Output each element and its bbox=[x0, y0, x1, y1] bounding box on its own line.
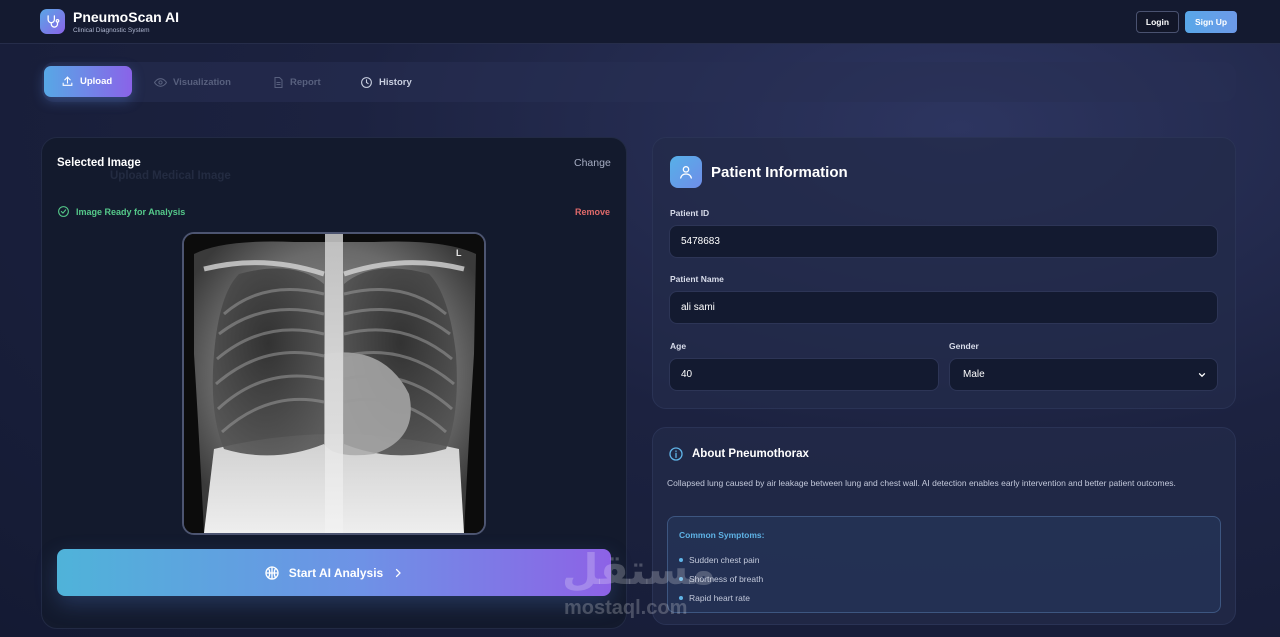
list-item: Rapid heart rate bbox=[679, 588, 763, 607]
xray-image-preview: L bbox=[182, 232, 486, 535]
tab-upload[interactable]: Upload bbox=[44, 66, 132, 97]
symptom-label: Rapid heart rate bbox=[689, 592, 750, 603]
symptoms-list: Sudden chest pain Shortness of breath Ra… bbox=[679, 550, 763, 607]
patient-id-field[interactable]: 5478683 bbox=[669, 225, 1218, 258]
list-item: Sudden chest pain bbox=[679, 550, 763, 569]
image-ready-status: Image Ready for Analysis bbox=[57, 205, 185, 218]
document-icon bbox=[272, 76, 284, 89]
tab-history-label: History bbox=[379, 76, 412, 88]
tab-upload-label: Upload bbox=[80, 76, 113, 87]
about-description: Collapsed lung caused by air leakage bet… bbox=[667, 478, 1176, 488]
tab-bar: Upload Visualization Report History bbox=[42, 62, 1236, 102]
change-image-link[interactable]: Change bbox=[574, 157, 611, 169]
clock-icon bbox=[360, 76, 373, 89]
start-analysis-label: Start AI Analysis bbox=[288, 565, 384, 580]
patient-name-field[interactable]: ali sami bbox=[669, 291, 1218, 324]
eye-icon bbox=[154, 76, 167, 89]
bullet-icon bbox=[679, 557, 683, 562]
patient-info-title: Patient Information bbox=[711, 164, 848, 181]
about-pneumothorax-panel: About Pneumothorax Collapsed lung caused… bbox=[652, 427, 1236, 625]
selected-image-title: Selected Image bbox=[57, 157, 141, 169]
remove-image-link[interactable]: Remove bbox=[575, 207, 610, 217]
upload-ghost-title: Upload Medical Image bbox=[110, 170, 231, 182]
tab-report[interactable]: Report bbox=[272, 62, 321, 102]
gender-label: Gender bbox=[949, 341, 979, 351]
app-title: PneumoScan AI bbox=[73, 9, 180, 25]
age-field[interactable]: 40 bbox=[669, 358, 939, 391]
about-title-label: About Pneumothorax bbox=[692, 448, 809, 460]
chevron-right-icon bbox=[392, 567, 404, 579]
info-icon bbox=[668, 446, 684, 462]
top-bar: PneumoScan AI Clinical Diagnostic System… bbox=[0, 0, 1280, 44]
user-icon bbox=[670, 156, 702, 188]
tab-visualization[interactable]: Visualization bbox=[154, 62, 231, 102]
gender-select[interactable]: Male bbox=[949, 358, 1218, 391]
patient-name-label: Patient Name bbox=[670, 274, 724, 284]
login-button[interactable]: Login bbox=[1136, 11, 1179, 33]
svg-text:L: L bbox=[456, 248, 462, 258]
patient-id-label: Patient ID bbox=[670, 208, 710, 218]
start-analysis-button[interactable]: Start AI Analysis bbox=[57, 549, 611, 596]
signup-button[interactable]: Sign Up bbox=[1185, 11, 1237, 33]
upload-icon bbox=[61, 75, 74, 88]
gender-value: Male bbox=[963, 369, 985, 380]
tab-report-label: Report bbox=[290, 76, 321, 88]
symptoms-title: Common Symptoms: bbox=[679, 530, 765, 540]
tab-visualization-label: Visualization bbox=[173, 76, 231, 88]
symptom-label: Shortness of breath bbox=[689, 573, 764, 584]
brain-icon bbox=[264, 565, 280, 581]
symptom-label: Sudden chest pain bbox=[689, 554, 760, 565]
check-circle-icon bbox=[57, 205, 70, 218]
about-title: About Pneumothorax bbox=[668, 446, 809, 462]
image-ready-label: Image Ready for Analysis bbox=[76, 206, 186, 217]
age-label: Age bbox=[670, 341, 687, 351]
bullet-icon bbox=[679, 576, 683, 581]
chevron-down-icon bbox=[1197, 370, 1207, 380]
bullet-icon bbox=[679, 595, 683, 600]
tab-history[interactable]: History bbox=[360, 62, 412, 102]
stethoscope-icon bbox=[40, 9, 65, 34]
symptoms-box: Common Symptoms: Sudden chest pain Short… bbox=[667, 516, 1221, 613]
patient-info-panel: Patient Information Patient ID 5478683 P… bbox=[652, 137, 1236, 409]
list-item: Shortness of breath bbox=[679, 569, 763, 588]
upload-panel: Upload Medical Image Selected Image Chan… bbox=[41, 137, 627, 629]
app-subtitle: Clinical Diagnostic System bbox=[73, 27, 150, 34]
